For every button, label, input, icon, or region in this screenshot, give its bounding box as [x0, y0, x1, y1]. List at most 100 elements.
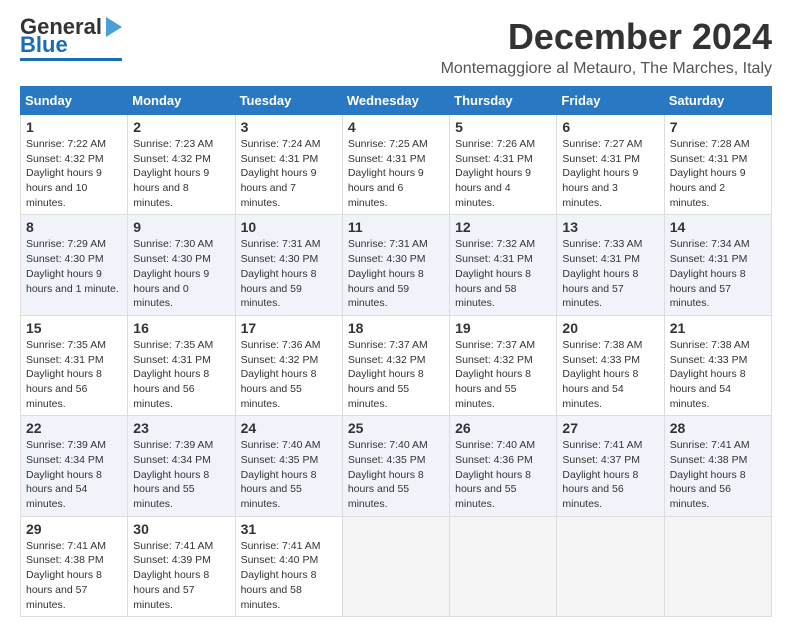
- day-number: 23: [133, 420, 229, 436]
- table-row: [557, 516, 664, 616]
- day-number: 6: [562, 119, 658, 135]
- day-info: Sunrise: 7:36 AMSunset: 4:32 PMDaylight …: [241, 339, 321, 410]
- day-info: Sunrise: 7:41 AMSunset: 4:40 PMDaylight …: [241, 540, 321, 611]
- day-number: 15: [26, 320, 122, 336]
- day-number: 12: [455, 219, 551, 235]
- day-number: 2: [133, 119, 229, 135]
- day-number: 29: [26, 521, 122, 537]
- table-row: 12 Sunrise: 7:32 AMSunset: 4:31 PMDayligh…: [450, 215, 557, 315]
- day-number: 8: [26, 219, 122, 235]
- day-info: Sunrise: 7:33 AMSunset: 4:31 PMDaylight …: [562, 238, 642, 309]
- col-tuesday: Tuesday: [235, 87, 342, 115]
- table-row: 5Sunrise: 7:26 AMSunset: 4:31 PMDaylight…: [450, 115, 557, 215]
- day-info: Sunrise: 7:28 AMSunset: 4:31 PMDaylight …: [670, 138, 750, 209]
- day-info: Sunrise: 7:35 AMSunset: 4:31 PMDaylight …: [26, 339, 106, 410]
- calendar-week-row: 22 Sunrise: 7:39 AMSunset: 4:34 PMDayligh…: [21, 416, 772, 516]
- day-number: 24: [241, 420, 337, 436]
- day-number: 18: [348, 320, 444, 336]
- day-number: 5: [455, 119, 551, 135]
- day-number: 25: [348, 420, 444, 436]
- day-info: Sunrise: 7:25 AMSunset: 4:31 PMDaylight …: [348, 138, 428, 209]
- day-info: Sunrise: 7:34 AMSunset: 4:31 PMDaylight …: [670, 238, 750, 309]
- month-title: December 2024: [441, 16, 772, 58]
- day-info: Sunrise: 7:22 AMSunset: 4:32 PMDaylight …: [26, 138, 106, 209]
- day-info: Sunrise: 7:31 AMSunset: 4:30 PMDaylight …: [348, 238, 428, 309]
- table-row: 4 Sunrise: 7:25 AMSunset: 4:31 PMDaylight…: [342, 115, 449, 215]
- day-info: Sunrise: 7:32 AMSunset: 4:31 PMDaylight …: [455, 238, 535, 309]
- table-row: 15 Sunrise: 7:35 AMSunset: 4:31 PMDayligh…: [21, 315, 128, 415]
- table-row: 7 Sunrise: 7:28 AMSunset: 4:31 PMDaylight…: [664, 115, 771, 215]
- day-info: Sunrise: 7:38 AMSunset: 4:33 PMDaylight …: [562, 339, 642, 410]
- table-row: 28 Sunrise: 7:41 AMSunset: 4:38 PMDayligh…: [664, 416, 771, 516]
- day-info: Sunrise: 7:41 AMSunset: 4:37 PMDaylight …: [562, 439, 642, 510]
- table-row: [450, 516, 557, 616]
- table-row: 24 Sunrise: 7:40 AMSunset: 4:35 PMDayligh…: [235, 416, 342, 516]
- logo-arrow-icon: [106, 17, 122, 37]
- col-monday: Monday: [128, 87, 235, 115]
- day-info: Sunrise: 7:40 AMSunset: 4:35 PMDaylight …: [241, 439, 321, 510]
- day-info: Sunrise: 7:29 AMSunset: 4:30 PMDaylight …: [26, 238, 119, 294]
- day-info: Sunrise: 7:27 AMSunset: 4:31 PMDaylight …: [562, 138, 642, 209]
- table-row: 17Sunrise: 7:36 AMSunset: 4:32 PMDayligh…: [235, 315, 342, 415]
- table-row: 6 Sunrise: 7:27 AMSunset: 4:31 PMDaylight…: [557, 115, 664, 215]
- table-row: 8 Sunrise: 7:29 AMSunset: 4:30 PMDaylight…: [21, 215, 128, 315]
- col-friday: Friday: [557, 87, 664, 115]
- table-row: 23 Sunrise: 7:39 AMSunset: 4:34 PMDayligh…: [128, 416, 235, 516]
- day-number: 22: [26, 420, 122, 436]
- page-header: General Blue December 2024 Montemaggiore…: [20, 16, 772, 78]
- day-number: 28: [670, 420, 766, 436]
- day-info: Sunrise: 7:37 AMSunset: 4:32 PMDaylight …: [348, 339, 428, 410]
- table-row: 18 Sunrise: 7:37 AMSunset: 4:32 PMDayligh…: [342, 315, 449, 415]
- day-number: 30: [133, 521, 229, 537]
- day-number: 14: [670, 219, 766, 235]
- day-info: Sunrise: 7:39 AMSunset: 4:34 PMDaylight …: [133, 439, 213, 510]
- table-row: 19 Sunrise: 7:37 AMSunset: 4:32 PMDayligh…: [450, 315, 557, 415]
- calendar-week-row: 1Sunrise: 7:22 AMSunset: 4:32 PMDaylight…: [21, 115, 772, 215]
- day-number: 13: [562, 219, 658, 235]
- table-row: 2 Sunrise: 7:23 AMSunset: 4:32 PMDaylight…: [128, 115, 235, 215]
- table-row: 14 Sunrise: 7:34 AMSunset: 4:31 PMDayligh…: [664, 215, 771, 315]
- calendar-header-row: Sunday Monday Tuesday Wednesday Thursday…: [21, 87, 772, 115]
- col-saturday: Saturday: [664, 87, 771, 115]
- day-info: Sunrise: 7:37 AMSunset: 4:32 PMDaylight …: [455, 339, 535, 410]
- day-info: Sunrise: 7:39 AMSunset: 4:34 PMDaylight …: [26, 439, 106, 510]
- calendar-week-row: 8 Sunrise: 7:29 AMSunset: 4:30 PMDaylight…: [21, 215, 772, 315]
- calendar-table: Sunday Monday Tuesday Wednesday Thursday…: [20, 86, 772, 617]
- table-row: 13 Sunrise: 7:33 AMSunset: 4:31 PMDayligh…: [557, 215, 664, 315]
- table-row: 3Sunrise: 7:24 AMSunset: 4:31 PMDaylight…: [235, 115, 342, 215]
- table-row: 16 Sunrise: 7:35 AMSunset: 4:31 PMDayligh…: [128, 315, 235, 415]
- day-info: Sunrise: 7:41 AMSunset: 4:38 PMDaylight …: [26, 540, 106, 611]
- logo-underline: [20, 58, 122, 61]
- day-info: Sunrise: 7:23 AMSunset: 4:32 PMDaylight …: [133, 138, 213, 209]
- table-row: [664, 516, 771, 616]
- table-row: 26 Sunrise: 7:40 AMSunset: 4:36 PMDayligh…: [450, 416, 557, 516]
- day-info: Sunrise: 7:38 AMSunset: 4:33 PMDaylight …: [670, 339, 750, 410]
- col-thursday: Thursday: [450, 87, 557, 115]
- table-row: 21 Sunrise: 7:38 AMSunset: 4:33 PMDayligh…: [664, 315, 771, 415]
- day-info: Sunrise: 7:41 AMSunset: 4:38 PMDaylight …: [670, 439, 750, 510]
- table-row: 20Sunrise: 7:38 AMSunset: 4:33 PMDayligh…: [557, 315, 664, 415]
- day-number: 7: [670, 119, 766, 135]
- location-title: Montemaggiore al Metauro, The Marches, I…: [441, 60, 772, 78]
- table-row: 1Sunrise: 7:22 AMSunset: 4:32 PMDaylight…: [21, 115, 128, 215]
- day-number: 4: [348, 119, 444, 135]
- calendar-week-row: 15 Sunrise: 7:35 AMSunset: 4:31 PMDayligh…: [21, 315, 772, 415]
- day-number: 26: [455, 420, 551, 436]
- day-info: Sunrise: 7:40 AMSunset: 4:36 PMDaylight …: [455, 439, 535, 510]
- table-row: 10Sunrise: 7:31 AMSunset: 4:30 PMDayligh…: [235, 215, 342, 315]
- logo: General Blue: [20, 16, 122, 61]
- table-row: 25Sunrise: 7:40 AMSunset: 4:35 PMDayligh…: [342, 416, 449, 516]
- day-number: 3: [241, 119, 337, 135]
- table-row: [342, 516, 449, 616]
- table-row: 9Sunrise: 7:30 AMSunset: 4:30 PMDaylight…: [128, 215, 235, 315]
- day-number: 27: [562, 420, 658, 436]
- day-number: 16: [133, 320, 229, 336]
- table-row: 27 Sunrise: 7:41 AMSunset: 4:37 PMDayligh…: [557, 416, 664, 516]
- day-number: 21: [670, 320, 766, 336]
- table-row: 29 Sunrise: 7:41 AMSunset: 4:38 PMDayligh…: [21, 516, 128, 616]
- day-info: Sunrise: 7:35 AMSunset: 4:31 PMDaylight …: [133, 339, 213, 410]
- day-info: Sunrise: 7:31 AMSunset: 4:30 PMDaylight …: [241, 238, 321, 309]
- day-number: 31: [241, 521, 337, 537]
- day-number: 9: [133, 219, 229, 235]
- day-number: 19: [455, 320, 551, 336]
